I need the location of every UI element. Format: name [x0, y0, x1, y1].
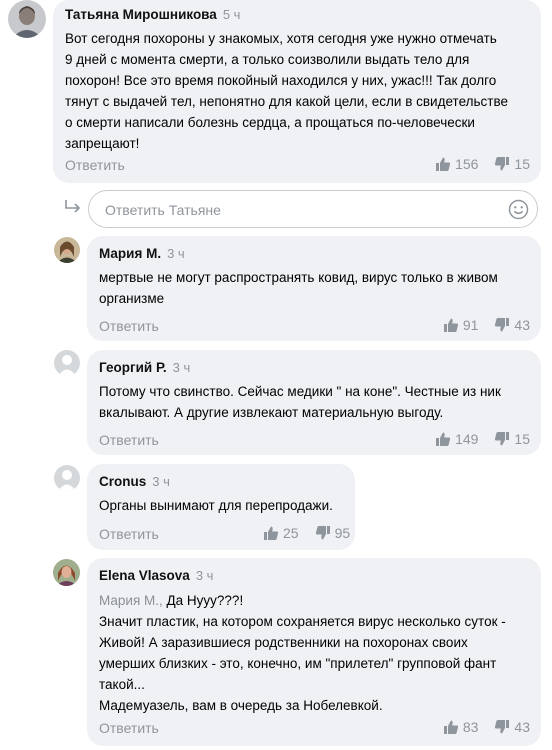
thumbs-down-icon[interactable] [315, 525, 331, 541]
comment-line: тянут с выдачей тел, непонятно для какой… [65, 94, 509, 109]
comment-text: Вот сегодня похороны у знакомых, хотя се… [65, 28, 535, 154]
like-count: 156 [455, 156, 479, 172]
comment-line: умерших близких - это, конечно, им "прил… [99, 656, 497, 671]
thumbs-up-icon[interactable] [435, 156, 451, 172]
comment-time: 5 ч [222, 7, 241, 22]
reply-button[interactable]: Ответить [99, 526, 159, 542]
comment-line: о смерти написали болезнь сердца, а прощ… [65, 115, 475, 130]
thumbs-up-icon[interactable] [443, 719, 459, 735]
author-name[interactable]: Elena Vlasova [99, 568, 190, 583]
comment-line: Органы вынимают для перепродажи. [99, 498, 333, 513]
comment-time: 3 ч [195, 568, 214, 583]
comment-line: организме [99, 291, 165, 306]
thumbs-down-icon[interactable] [494, 156, 510, 172]
dislike-count: 43 [514, 317, 530, 333]
like-count: 25 [283, 525, 299, 541]
dislike-count: 15 [514, 156, 530, 172]
avatar[interactable] [54, 237, 80, 263]
comment-author[interactable]: Татьяна Мирошникова 5 ч [65, 7, 240, 22]
comment-time: 3 ч [172, 360, 191, 375]
comment-line: Мария М., Да Нууу???! [99, 590, 535, 611]
comment-line: похорон! Все это время покойный находилс… [65, 73, 497, 88]
comment-line: запрещают! [65, 136, 140, 151]
comment-line: вкалывают. А другие извлекают материальн… [99, 405, 444, 420]
vote-controls: 25 95 [263, 525, 350, 541]
comment-author[interactable]: Elena Vlasova 3 ч [99, 568, 213, 583]
comment-text: Потому что свинство. Сейчас медики " на … [99, 381, 535, 423]
comment-line: мертвые не могут распространять ковид, в… [99, 270, 498, 285]
dislike-count: 43 [514, 719, 530, 735]
vote-controls: 149 15 [435, 431, 530, 447]
author-name[interactable]: Георгий Р. [99, 360, 167, 375]
thumbs-down-icon[interactable] [494, 317, 510, 333]
thumbs-down-icon[interactable] [494, 431, 510, 447]
comment-text: Органы вынимают для перепродажи. [99, 495, 349, 516]
comment-line: такой... [99, 677, 145, 692]
dislike-count: 15 [514, 431, 530, 447]
reply-button[interactable]: Ответить [99, 720, 159, 736]
thumbs-up-icon[interactable] [263, 525, 279, 541]
like-count: 91 [462, 317, 479, 333]
author-name[interactable]: Cronus [99, 474, 146, 489]
dislike-count: 95 [334, 525, 351, 541]
avatar[interactable] [53, 559, 80, 586]
comment-text: Мария М., Да Нууу???! Значит пластик, на… [99, 590, 535, 716]
vote-controls: 91 43 [443, 317, 530, 333]
thumbs-up-icon[interactable] [443, 317, 459, 333]
comment-line-rest: Да Нууу???! [162, 593, 244, 608]
reply-button[interactable]: Ответить [99, 318, 159, 334]
like-count: 83 [462, 719, 479, 735]
avatar[interactable] [54, 465, 80, 491]
comment-author[interactable]: Мария М. 3 ч [99, 246, 185, 261]
comment-line: Живой! А заразившиеся родственники на по… [99, 635, 468, 650]
author-name[interactable]: Мария М. [99, 246, 161, 261]
comment-author[interactable]: Георгий Р. 3 ч [99, 360, 190, 375]
reply-button[interactable]: Ответить [99, 432, 159, 448]
comment-line: Вот сегодня похороны у знакомых, хотя се… [65, 31, 497, 46]
reply-input[interactable] [103, 199, 497, 221]
author-name[interactable]: Татьяна Мирошникова [65, 7, 217, 22]
comment-line: Мадемуазель, вам в очередь за Нобелевкой… [99, 698, 383, 713]
vote-controls: 156 15 [435, 156, 530, 172]
reply-arrow-icon [64, 199, 82, 220]
reply-input-container [88, 190, 538, 228]
comment-time: 3 ч [167, 246, 185, 261]
mention-link[interactable]: Мария М., [99, 593, 163, 608]
avatar[interactable] [54, 350, 80, 376]
vote-controls: 83 43 [443, 719, 530, 735]
thumbs-up-icon[interactable] [435, 431, 451, 447]
comment-text: мертвые не могут распространять ковид, в… [99, 267, 535, 309]
reply-button[interactable]: Ответить [65, 157, 125, 173]
comment-time: 3 ч [152, 474, 170, 489]
comment-line: Потому что свинство. Сейчас медики " на … [99, 384, 501, 399]
like-count: 149 [455, 431, 479, 447]
comment-line: Значит пластик, на котором сохраняется в… [99, 614, 506, 629]
comment-line: 9 дней с момента смерти, а только соизво… [65, 52, 470, 67]
thumbs-down-icon[interactable] [494, 719, 510, 735]
comment-author[interactable]: Cronus 3 ч [99, 474, 170, 489]
avatar[interactable] [8, 0, 46, 38]
smiley-icon[interactable] [508, 199, 529, 225]
